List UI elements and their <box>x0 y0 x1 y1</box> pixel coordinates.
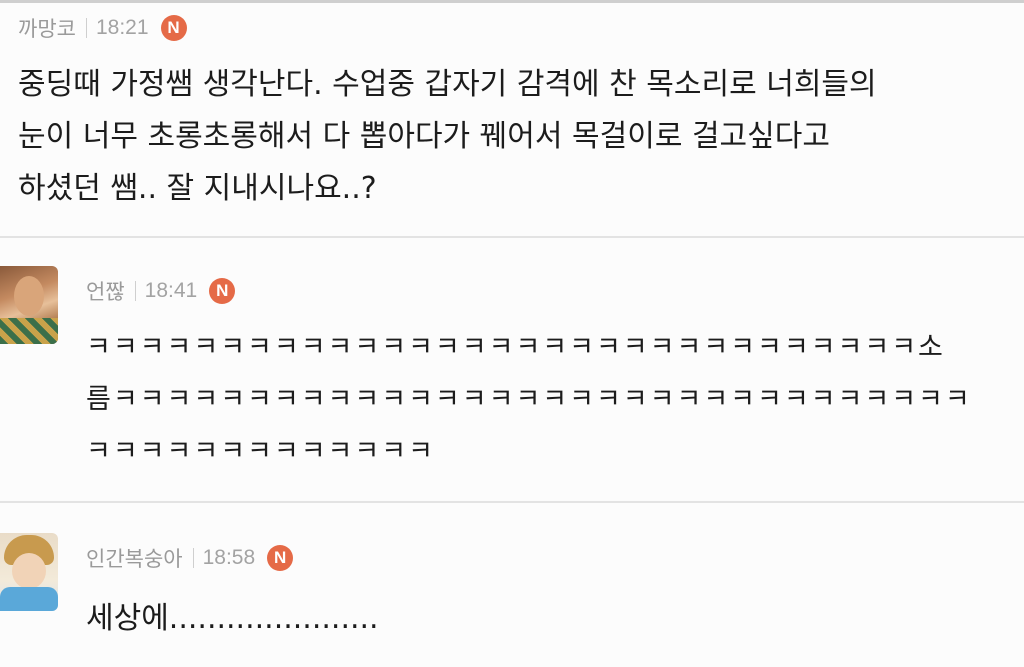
comment-meta: 언짢 18:41 N <box>86 276 236 306</box>
comment-time: 18:58 <box>202 546 256 569</box>
comment-line: ㅋㅋㅋㅋㅋㅋㅋㅋㅋㅋㅋㅋㅋㅋㅋㅋㅋㅋㅋㅋㅋㅋㅋㅋㅋㅋㅋㅋㅋㅋㅋ소 <box>86 332 945 363</box>
avatar-plush <box>0 587 58 611</box>
comment-meta: 까망코 18:21 N <box>18 13 187 43</box>
comment-thread: 까망코 18:21 N 중딩때 가정쌤 생각난다. 수업중 갑자기 감격에 찬 … <box>0 0 1024 667</box>
comment-item: 까망코 18:21 N 중딩때 가정쌤 생각난다. 수업중 갑자기 감격에 찬 … <box>0 3 1024 237</box>
new-badge: N <box>160 15 187 41</box>
comment-author[interactable]: 까망코 <box>18 13 76 43</box>
comment-author[interactable]: 언짢 <box>86 276 125 306</box>
new-badge: N <box>209 278 236 304</box>
comment-line: 세상에...................... <box>86 601 379 636</box>
meta-separator <box>85 18 87 38</box>
avatar-face <box>12 553 46 589</box>
avatar[interactable] <box>0 533 58 611</box>
comment-line: 하셨던 쌤.. 잘 지내시나요..? <box>18 171 377 206</box>
comment-meta: 인간복숭아 18:58 N <box>86 543 294 573</box>
avatar[interactable] <box>0 266 58 344</box>
comment-body: 중딩때 가정쌤 생각난다. 수업중 갑자기 감격에 찬 목소리로 너희들의 눈이… <box>18 59 877 215</box>
comment-author[interactable]: 인간복숭아 <box>86 543 183 573</box>
comment-item: 인간복숭아 18:58 N 세상에...................... <box>0 503 1024 667</box>
comment-time: 18:21 <box>95 16 149 39</box>
comment-line: 중딩때 가정쌤 생각난다. 수업중 갑자기 감격에 찬 목소리로 너희들의 <box>18 67 877 102</box>
comment-line: 눈이 너무 초롱초롱해서 다 뽑아다가 꿰어서 목걸이로 걸고싶다고 <box>18 119 830 154</box>
comment-body: ㅋㅋㅋㅋㅋㅋㅋㅋㅋㅋㅋㅋㅋㅋㅋㅋㅋㅋㅋㅋㅋㅋㅋㅋㅋㅋㅋㅋㅋㅋㅋ소 름ㅋㅋㅋㅋㅋㅋ… <box>86 322 972 478</box>
comment-body: 세상에...................... <box>86 593 379 645</box>
comment-line: 름ㅋㅋㅋㅋㅋㅋㅋㅋㅋㅋㅋㅋㅋㅋㅋㅋㅋㅋㅋㅋㅋㅋㅋㅋㅋㅋㅋㅋㅋㅋㅋㅋ <box>86 384 972 415</box>
meta-separator <box>192 548 194 568</box>
avatar-clothing <box>0 318 58 344</box>
new-badge: N <box>267 545 294 571</box>
comment-item: 언짢 18:41 N ㅋㅋㅋㅋㅋㅋㅋㅋㅋㅋㅋㅋㅋㅋㅋㅋㅋㅋㅋㅋㅋㅋㅋㅋㅋㅋㅋㅋㅋ… <box>0 238 1024 500</box>
avatar-face <box>14 276 44 316</box>
comment-line: ㅋㅋㅋㅋㅋㅋㅋㅋㅋㅋㅋㅋㅋ <box>86 436 435 467</box>
comment-time: 18:41 <box>144 279 198 302</box>
meta-separator <box>134 281 136 301</box>
